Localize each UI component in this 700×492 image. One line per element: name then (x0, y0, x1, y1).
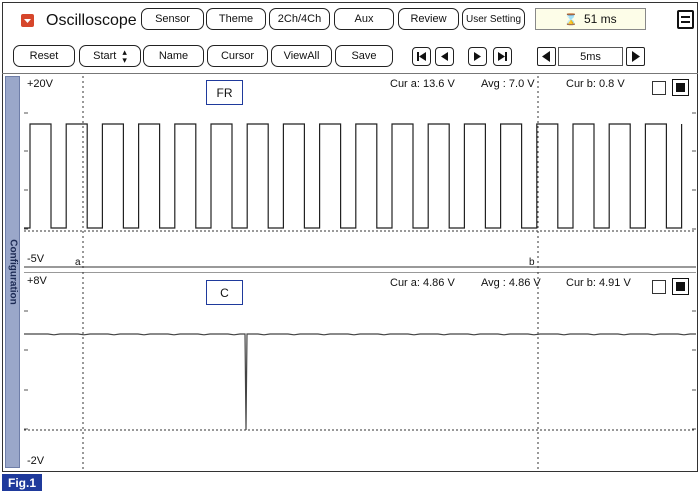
channel-2-plot: +8V -2V C Cur a: 4.86 V Avg : 4.86 V Cur… (24, 272, 696, 470)
figure-label: Fig.1 (2, 474, 42, 491)
ch2-label[interactable]: C (206, 280, 243, 305)
viewall-button[interactable]: ViewAll (271, 45, 332, 67)
start-select[interactable]: Start ▴ ▾ (79, 45, 141, 67)
fr-waveform (24, 123, 683, 229)
save-button[interactable]: Save (335, 45, 393, 67)
ch2-ymin: -2V (27, 455, 45, 467)
reset-button[interactable]: Reset (13, 45, 75, 67)
configuration-label: Configuration (7, 239, 18, 305)
left-arrow-icon (542, 51, 550, 62)
timing-display: ⌛ 51 ms (535, 8, 646, 30)
ch1-avg: Avg : 7.0 V (481, 78, 535, 90)
prev-icon (441, 52, 448, 61)
hourglass-icon: ⌛ (564, 13, 578, 26)
tab-aux[interactable]: Aux (334, 8, 394, 30)
skip-first-icon (417, 52, 426, 61)
next-button[interactable] (468, 47, 487, 66)
ch2-avg: Avg : 4.86 V (481, 277, 541, 289)
next-icon (474, 52, 481, 61)
ch2-expand-button[interactable] (672, 278, 689, 295)
tab-review[interactable]: Review (398, 8, 459, 30)
configuration-sidebar[interactable]: Configuration (5, 76, 20, 468)
time-div-field[interactable]: 5ms (558, 47, 623, 66)
timing-value: 51 ms (584, 12, 617, 26)
updown-icon: ▴ ▾ (122, 47, 127, 65)
ch1-cursor-a-marker: a (75, 257, 81, 268)
channel-1-plot: +20V -5V a b FR Cur a: 13.6 V Avg : 7.0 … (24, 76, 696, 268)
toolbar-divider (2, 73, 698, 74)
time-increase-button[interactable] (626, 47, 645, 66)
right-arrow-icon (632, 51, 640, 62)
tab-theme[interactable]: Theme (206, 8, 266, 30)
c-waveform (24, 333, 696, 431)
ch1-cur-a: Cur a: 13.6 V (390, 78, 455, 90)
name-button[interactable]: Name (143, 45, 204, 67)
grid-ticks (24, 310, 696, 430)
tab-sensor[interactable]: Sensor (141, 8, 204, 30)
app-title: Oscilloscope (46, 12, 137, 29)
cursor-button[interactable]: Cursor (207, 45, 268, 67)
ch1-expand-button[interactable] (672, 79, 689, 96)
ch1-cursor-b-marker: b (529, 257, 535, 268)
ch2-cur-a: Cur a: 4.86 V (390, 277, 455, 289)
prev-button[interactable] (435, 47, 454, 66)
ch1-ymax: +20V (27, 78, 53, 90)
ch2-cur-b: Cur b: 4.91 V (566, 277, 631, 289)
ch2-ymax: +8V (27, 275, 47, 287)
last-button[interactable] (493, 47, 512, 66)
ch1-ymin: -5V (27, 253, 45, 265)
menu-icon[interactable] (677, 10, 694, 29)
tab-user-setting[interactable]: User Setting (462, 8, 525, 30)
start-label: Start (93, 50, 117, 62)
app-icon (21, 14, 34, 27)
tab-2ch-4ch[interactable]: 2Ch/4Ch (269, 8, 330, 30)
ch1-label[interactable]: FR (206, 80, 243, 105)
first-button[interactable] (412, 47, 431, 66)
ch1-checkbox[interactable] (652, 81, 666, 95)
ch2-checkbox[interactable] (652, 280, 666, 294)
time-decrease-button[interactable] (537, 47, 556, 66)
grid-ticks (24, 112, 696, 230)
skip-last-icon (498, 52, 507, 61)
ch1-cur-b: Cur b: 0.8 V (566, 78, 625, 90)
